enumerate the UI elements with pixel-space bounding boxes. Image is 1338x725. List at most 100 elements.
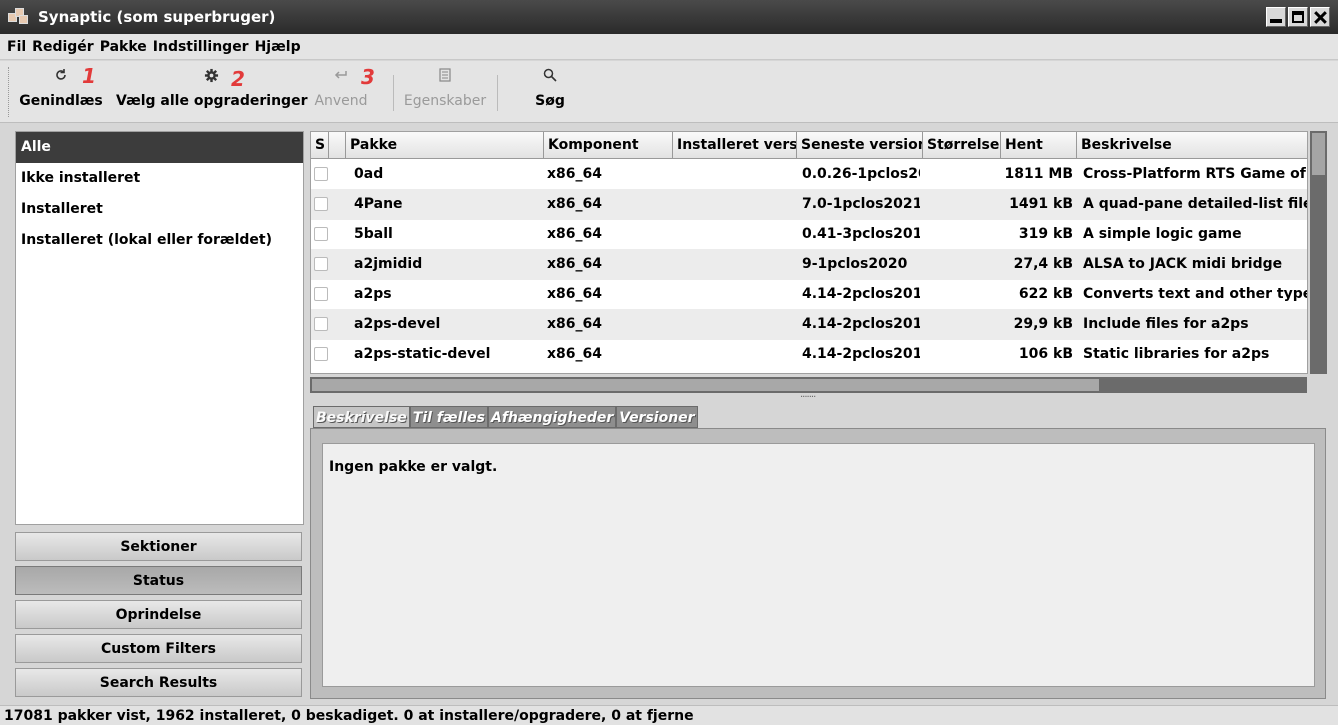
properties-icon [401, 61, 489, 89]
mark-all-upgrades-button[interactable]: Vælg alle opgraderinger [116, 61, 307, 123]
table-row[interactable]: a2ps-devel x86_64 4.14-2pclos2011 29,9 kB In… [311, 309, 1307, 340]
menu-bar: Fil Redigér Pakke Indstillinger Hjælp [0, 34, 1338, 60]
row-status-checkbox[interactable] [314, 167, 328, 181]
cell-installed-version [676, 249, 794, 280]
table-row[interactable]: 0ad x86_64 0.0.26-1pclos202 1811 MB Cross-Pl… [311, 159, 1307, 190]
filter-item-installeret-lokal[interactable]: Installeret (lokal eller forældet) [16, 225, 303, 256]
row-status-checkbox[interactable] [314, 317, 328, 331]
search-button[interactable]: Søg [535, 61, 565, 123]
column-header-flag[interactable] [329, 132, 346, 159]
cell-installed-version [676, 309, 794, 340]
cell-package: 5ball [354, 226, 393, 242]
title-bar: Synaptic (som superbruger) [0, 0, 1338, 34]
oprindelse-button[interactable]: Oprindelse [15, 600, 302, 629]
status-bar: 17081 pakker vist, 1962 installeret, 0 b… [0, 705, 1338, 725]
cell-size [925, 339, 999, 370]
search-icon [535, 61, 565, 89]
cell-size [925, 249, 999, 280]
menu-indstillinger[interactable]: Indstillinger [150, 39, 252, 55]
toolbar-grip[interactable] [8, 67, 12, 117]
filter-item-ikke-installeret[interactable]: Ikke installeret [16, 163, 303, 194]
menu-rediger[interactable]: Redigér [29, 39, 97, 55]
table-row[interactable]: a2jmidid x86_64 9-1pclos2020 27,4 kB ALSA to… [311, 249, 1307, 280]
cell-size [925, 189, 999, 220]
annotation-1: 1 [82, 64, 96, 88]
column-header-latest-version[interactable]: Seneste version [797, 132, 923, 159]
scrollbar-thumb[interactable] [1312, 133, 1325, 175]
column-header-download[interactable]: Hent [1001, 132, 1077, 159]
tab-afhaengigheder[interactable]: Afhængigheder [487, 406, 617, 428]
cell-component: x86_64 [547, 226, 602, 242]
reload-label: Genindlæs [19, 93, 103, 109]
cell-size [925, 279, 999, 310]
tab-beskrivelse[interactable]: Beskrivelse [313, 406, 410, 428]
status-button[interactable]: Status [15, 566, 302, 595]
column-header-component[interactable]: Komponent [544, 132, 673, 159]
apply-label: Anvend [314, 93, 368, 109]
filter-list: Alle Ikke installeret Installeret Instal… [15, 131, 304, 525]
cell-description: Converts text and other types [1083, 286, 1308, 302]
toolbar-separator [393, 75, 394, 111]
column-header-description[interactable]: Beskrivelse [1077, 132, 1307, 159]
column-header-status[interactable]: S [311, 132, 329, 159]
table-row[interactable]: a2ps x86_64 4.14-2pclos2011 622 kB Converts … [311, 279, 1308, 310]
row-status-checkbox[interactable] [314, 257, 328, 271]
column-header-size[interactable]: Størrelse [923, 132, 1001, 159]
cell-latest-version: 0.41-3pclos2011 [802, 226, 920, 242]
table-horizontal-scrollbar[interactable] [310, 377, 1307, 393]
cell-size [925, 159, 999, 190]
sektioner-button[interactable]: Sektioner [15, 532, 302, 561]
table-vertical-scrollbar[interactable] [1310, 131, 1327, 374]
cell-component: x86_64 [547, 346, 602, 362]
row-status-checkbox[interactable] [314, 227, 328, 241]
menu-pakke[interactable]: Pakke [97, 39, 150, 55]
filter-item-installeret[interactable]: Installeret [16, 194, 303, 225]
window-controls [1266, 7, 1330, 27]
cell-component: x86_64 [547, 316, 602, 332]
close-button[interactable] [1310, 7, 1330, 27]
menu-fil[interactable]: Fil [4, 39, 29, 55]
pane-resize-handle[interactable]: ······· [800, 392, 816, 403]
cell-description: A simple logic game [1083, 226, 1242, 242]
row-status-checkbox[interactable] [314, 197, 328, 211]
cell-package: 0ad [354, 166, 384, 182]
cell-component: x86_64 [547, 196, 602, 212]
cell-latest-version: 4.14-2pclos2011 [802, 286, 920, 302]
custom-filters-button[interactable]: Custom Filters [15, 634, 302, 663]
menu-hjaelp[interactable]: Hjælp [252, 39, 304, 55]
properties-label: Egenskaber [403, 93, 487, 109]
properties-button[interactable]: Egenskaber [401, 61, 489, 123]
table-row[interactable]: 4Pane x86_64 7.0-1pclos2021 1491 kB A quad-p… [311, 189, 1307, 220]
cell-download: 319 kB [1018, 226, 1073, 242]
tab-versioner[interactable]: Versioner [616, 406, 698, 428]
mark-all-upgrades-label: Vælg alle opgraderinger [116, 93, 308, 109]
column-header-package[interactable]: Pakke [346, 132, 544, 159]
table-row[interactable]: 5ball x86_64 0.41-3pclos2011 319 kB A simple… [311, 219, 1307, 250]
cell-description: Include files for a2ps [1083, 316, 1249, 332]
synaptic-app-icon [8, 8, 30, 26]
cell-download: 622 kB [1018, 286, 1073, 302]
row-status-checkbox[interactable] [314, 347, 328, 361]
cell-installed-version [676, 189, 794, 220]
cell-component: x86_64 [547, 166, 602, 182]
annotation-3: 3 [361, 65, 375, 89]
scrollbar-thumb[interactable] [312, 379, 1099, 391]
table-row[interactable]: a2ps-static-devel x86_64 4.14-2pclos2011 10… [311, 339, 1307, 370]
minimize-button[interactable] [1266, 7, 1286, 27]
cell-package: a2ps-devel [354, 316, 441, 332]
cell-download: 1491 kB [1009, 196, 1073, 212]
cell-package: a2jmidid [354, 256, 423, 272]
cell-download: 29,9 kB [1013, 316, 1073, 332]
cell-installed-version [676, 219, 794, 250]
maximize-button[interactable] [1288, 7, 1308, 27]
table-header: S Pakke Komponent Installeret versio Sen… [311, 132, 1307, 159]
cell-size [925, 219, 999, 250]
row-status-checkbox[interactable] [314, 287, 328, 301]
cell-download: 1811 MB [1004, 166, 1073, 182]
filter-item-alle[interactable]: Alle [16, 132, 303, 163]
search-results-button[interactable]: Search Results [15, 668, 302, 697]
column-header-installed-version[interactable]: Installeret versio [673, 132, 797, 159]
cell-installed-version [676, 159, 794, 190]
cell-download: 106 kB [1018, 346, 1073, 362]
tab-til-faelles[interactable]: Til fælles [409, 406, 488, 428]
